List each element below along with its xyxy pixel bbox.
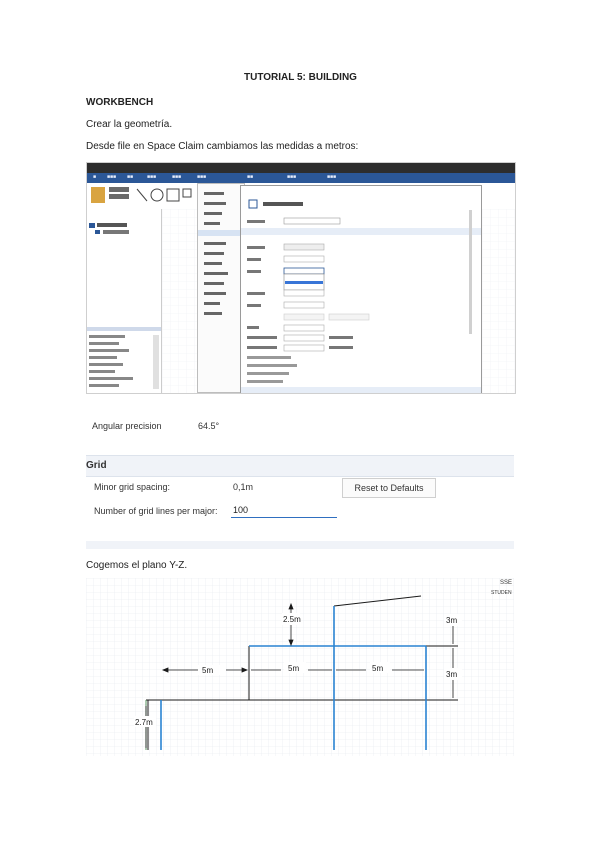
reset-to-defaults-button[interactable]: Reset to Defaults (342, 478, 436, 498)
yz-plane-sketch: 2.5m 5m 5m 5m 3m 3m 2.7m SSE STUDEN (86, 578, 514, 756)
next-section-header (86, 541, 514, 549)
sketch-canvas: 2.5m 5m 5m 5m 3m 3m 2.7m SSE STUDEN (86, 578, 514, 756)
window-titlebar (87, 163, 515, 173)
watermark-student: STUDEN (491, 590, 512, 596)
paragraph-units: Desde file en Space Claim cambiamos las … (86, 141, 359, 152)
paragraph-plane: Cogemos el plano Y-Z. (86, 560, 188, 571)
file-menu-popup (197, 183, 245, 393)
section-heading: WORKBENCH (86, 97, 154, 108)
dim-left: 5m (202, 666, 213, 675)
document-title: TUTORIAL 5: BUILDING (244, 72, 357, 83)
paragraph-geometry: Crear la geometría. (86, 119, 173, 130)
grid-section-header: Grid (86, 455, 514, 477)
dialog-content (241, 199, 481, 393)
watermark-logo: SSE (500, 580, 512, 586)
dim-top: 2.5m (283, 615, 301, 624)
tree-content (87, 223, 161, 389)
dim-height-lower: 3m (446, 670, 457, 679)
spaceclaim-screenshot: ■ ■■■ ■■ ■■■ ■■■ ■■■ ■■ ■■■ ■■■ (86, 162, 516, 394)
structure-tree-panel (87, 209, 162, 393)
grid-lines-per-major-input[interactable] (231, 502, 337, 518)
angular-precision-value: 64.5° (198, 421, 220, 431)
menu-items (198, 192, 244, 315)
grid-lines-per-major-label: Number of grid lines per major: (94, 506, 218, 516)
angular-precision-label: Angular precision (92, 421, 162, 431)
dim-middle: 5m (288, 664, 299, 673)
minor-grid-spacing-value[interactable]: 0,1m (233, 482, 253, 492)
minor-grid-spacing-label: Minor grid spacing: (94, 482, 171, 492)
dim-height-upper: 3m (446, 616, 457, 625)
dim-base: 2.7m (135, 718, 153, 727)
units-options-dialog (240, 185, 482, 393)
dim-right: 5m (372, 664, 383, 673)
ribbon-tab-bar: ■ ■■■ ■■ ■■■ ■■■ ■■■ ■■ ■■■ ■■■ (87, 173, 515, 183)
grid-header-label: Grid (86, 460, 107, 471)
options-panel-screenshot: Angular precision 64.5° Grid Minor grid … (86, 411, 514, 549)
